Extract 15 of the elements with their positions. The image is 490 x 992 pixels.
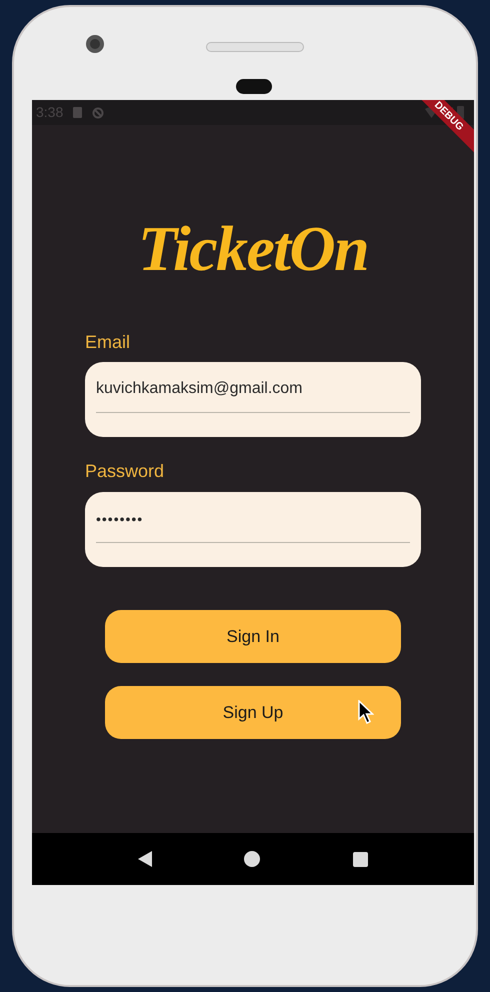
- sensor-icon: [236, 79, 272, 94]
- recents-icon[interactable]: [352, 852, 368, 866]
- back-icon[interactable]: [138, 851, 152, 867]
- password-field[interactable]: ••••••••: [85, 492, 421, 567]
- app-logo: TicketOn: [138, 213, 368, 285]
- home-icon[interactable]: [244, 851, 260, 867]
- sd-card-icon: [73, 107, 82, 118]
- sign-up-button[interactable]: Sign Up: [105, 686, 401, 739]
- field-label: Password: [85, 460, 166, 482]
- camera-icon: [86, 35, 104, 53]
- field-label: Email: [85, 331, 132, 353]
- sign-in-button[interactable]: Sign In: [105, 610, 401, 663]
- mouse-pointer-icon: [358, 700, 374, 724]
- email-field[interactable]: kuvichkamaksim@gmail.com: [85, 362, 421, 437]
- blocked-icon: [92, 106, 104, 118]
